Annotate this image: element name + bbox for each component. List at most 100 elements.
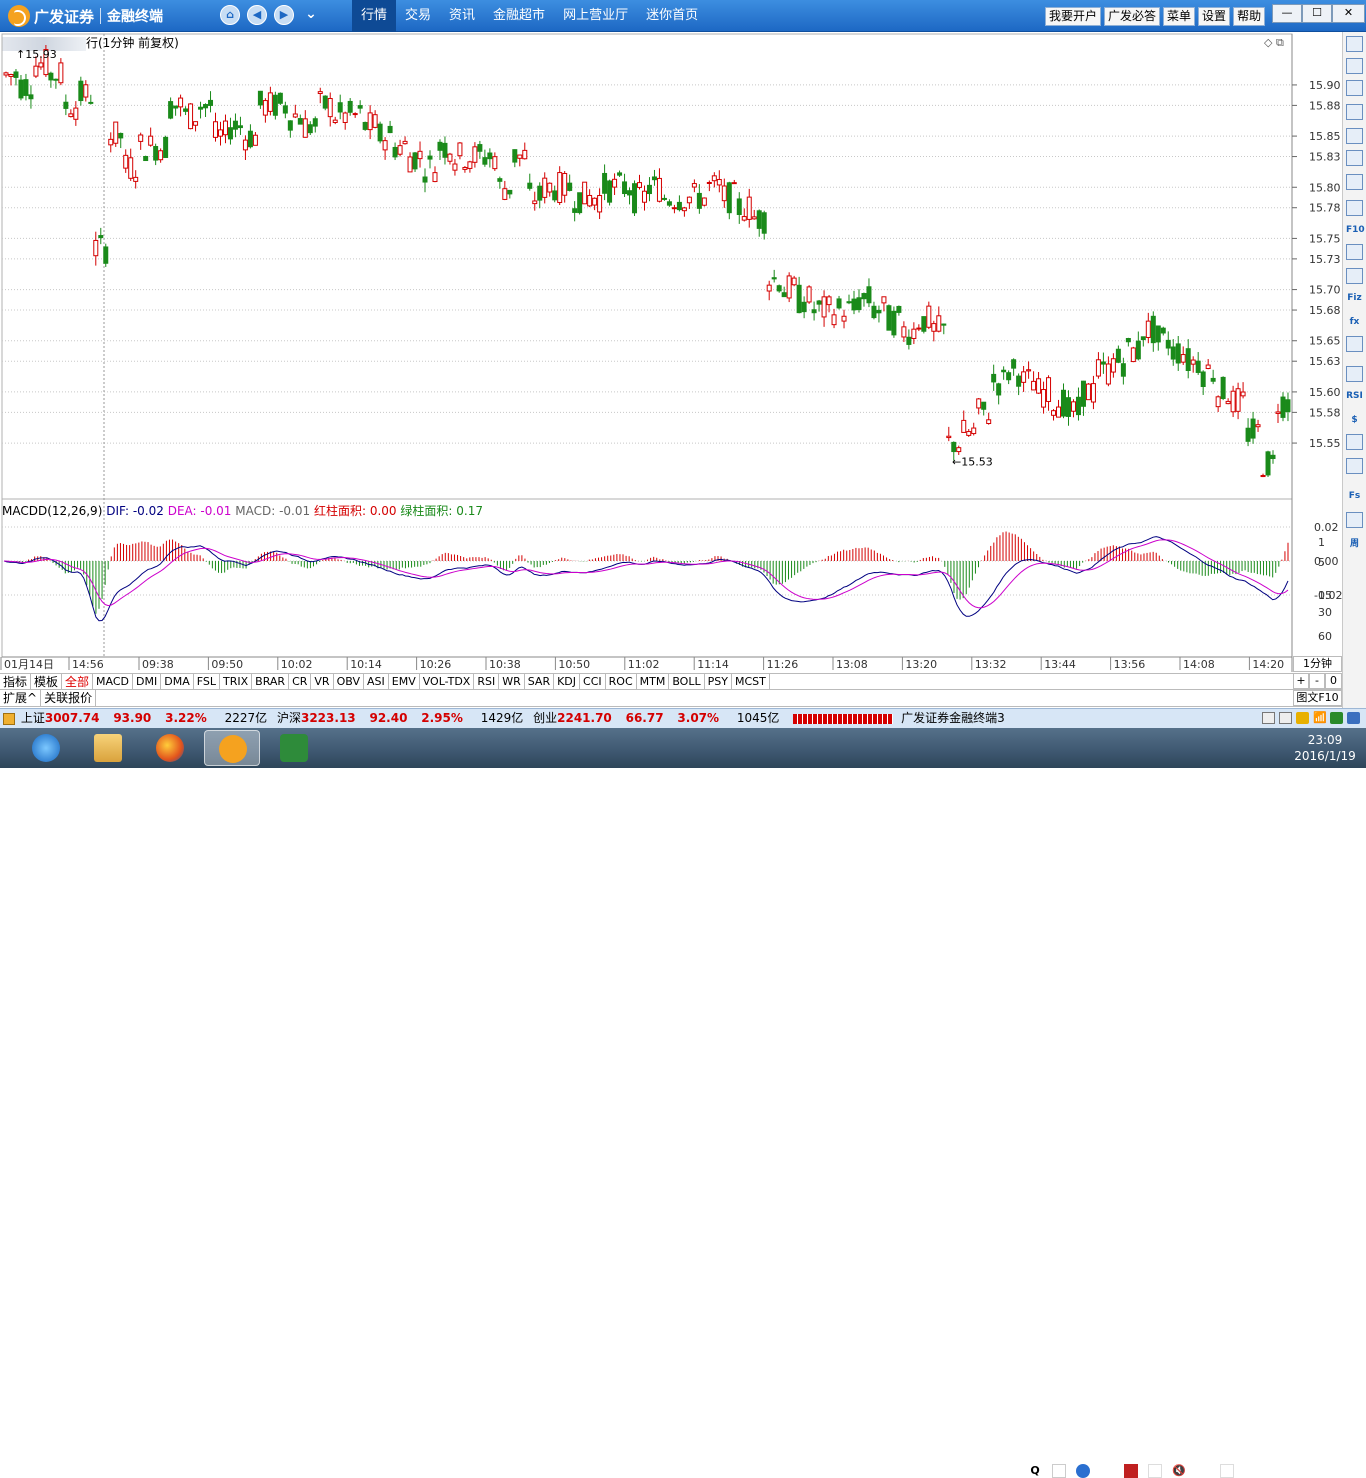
help-tray-icon[interactable] [1076, 1464, 1090, 1478]
kline-icon[interactable] [1346, 174, 1363, 190]
indicator-tab-全部[interactable]: 全部 [62, 674, 94, 689]
expand-tab[interactable]: 扩展^ [0, 690, 42, 706]
circle-icon[interactable] [1346, 336, 1363, 352]
indicator-tab-psy[interactable]: PSY [705, 674, 732, 689]
indicator-tab-cci[interactable]: CCI [580, 674, 606, 689]
list-icon[interactable] [1346, 104, 1363, 120]
open-account-button[interactable]: 我要开户 [1045, 7, 1102, 26]
display-icon[interactable] [1052, 1464, 1066, 1478]
indicator-tab-vol-tdx[interactable]: VOL-TDX [420, 674, 475, 689]
period-selector[interactable]: 1分钟 [1293, 656, 1342, 672]
indicator-tab-trix[interactable]: TRIX [220, 674, 253, 689]
gf-terminal-taskbar-button[interactable] [204, 730, 260, 766]
indicator-tab-emv[interactable]: EMV [389, 674, 420, 689]
sh-percent: 3.22% [165, 711, 207, 725]
indicator-tab-rsi[interactable]: RSI [474, 674, 500, 689]
info-icon[interactable] [1346, 244, 1363, 260]
indicator-tab-wr[interactable]: WR [499, 674, 525, 689]
indicator-tab-cr[interactable]: CR [289, 674, 312, 689]
maximize-button[interactable]: ☐ [1302, 4, 1332, 23]
window-icon[interactable] [1262, 712, 1275, 724]
menu-mini-home[interactable]: 迷你首页 [637, 0, 707, 32]
candle-down [312, 118, 318, 127]
f10-button[interactable]: 图文F10 [1293, 690, 1342, 706]
back-icon[interactable]: ◀ [247, 5, 267, 25]
related-quotes-tab[interactable]: 关联报价 [41, 690, 97, 706]
indicator-tab-asi[interactable]: ASI [364, 674, 389, 689]
chevron-up-icon[interactable]: ▲ [1100, 1464, 1114, 1478]
close-button[interactable]: ✕ [1332, 4, 1365, 23]
menu-online-hall[interactable]: 网上营业厅 [554, 0, 637, 32]
fs-icon[interactable]: Fs [1346, 488, 1363, 504]
down-arrow-icon[interactable] [1346, 80, 1363, 96]
wifi-bars-icon[interactable] [1196, 1464, 1210, 1478]
refresh-icon[interactable] [1346, 512, 1363, 528]
zhou-icon[interactable]: 周 [1346, 536, 1363, 552]
candle-up [327, 98, 333, 118]
indicator-tab-dma[interactable]: DMA [161, 674, 194, 689]
network-error-icon[interactable] [1124, 1464, 1138, 1478]
minimize-button[interactable]: — [1272, 4, 1302, 23]
status-app-icon[interactable] [1347, 712, 1360, 724]
reset-button[interactable]: 0 [1325, 673, 1342, 689]
explorer-taskbar-button[interactable] [80, 730, 136, 766]
fiz-icon[interactable]: Fiz [1346, 290, 1363, 306]
fx-icon[interactable]: fx [1346, 314, 1363, 330]
indicator-tab-brar[interactable]: BRAR [252, 674, 290, 689]
menu-trade[interactable]: 交易 [396, 0, 440, 32]
rsi-icon[interactable]: RSI [1346, 388, 1363, 404]
signal-icon[interactable]: 📶 [1313, 712, 1327, 724]
q-icon[interactable]: Q [1028, 1464, 1042, 1478]
indicator-tab-obv[interactable]: OBV [334, 674, 364, 689]
f10-icon[interactable]: F10 [1346, 222, 1365, 238]
collapse-icon[interactable]: ⌄ [301, 5, 321, 25]
pen-icon[interactable] [1346, 458, 1363, 474]
action-center-icon[interactable] [1220, 1464, 1234, 1478]
forward-icon[interactable]: ▶ [274, 5, 294, 25]
chart-area[interactable]: 行(1分钟 前复权) 15.90 15.88 15.85 15.83 15.80 15.7… [0, 32, 1342, 708]
indicator-tab-roc[interactable]: ROC [606, 674, 637, 689]
time-label: 10:50 [558, 658, 590, 671]
line-chart-icon[interactable] [1346, 150, 1363, 166]
help-button[interactable]: 帮助 [1233, 7, 1266, 26]
lock-icon[interactable] [1296, 712, 1309, 724]
evernote-taskbar-button[interactable] [266, 730, 322, 766]
menu-news[interactable]: 资讯 [440, 0, 484, 32]
indicator-tab-vr[interactable]: VR [311, 674, 334, 689]
firefox-taskbar-button[interactable] [142, 730, 198, 766]
indicator-tab-mcst[interactable]: MCST [732, 674, 770, 689]
menu-button[interactable]: 菜单 [1163, 7, 1196, 26]
kline-chart[interactable]: 15.90 15.88 15.85 15.83 15.80 15.78 15.75 15.73… [0, 32, 1342, 672]
status-app-icon[interactable] [1330, 712, 1343, 724]
zoom-in-button[interactable]: + [1293, 673, 1309, 689]
indicator-tab-macd[interactable]: MACD [93, 674, 134, 689]
dollar-icon[interactable]: $ [1346, 412, 1363, 428]
move-icon[interactable] [1346, 434, 1363, 450]
ie-taskbar-button[interactable] [18, 730, 74, 766]
menu-supermarket[interactable]: 金融超市 [484, 0, 554, 32]
indicator-tab-指标[interactable]: 指标 [0, 674, 32, 689]
menu-quotes[interactable]: 行情 [352, 0, 397, 32]
trend-icon[interactable] [1346, 366, 1363, 382]
report-icon[interactable] [1346, 200, 1363, 216]
indicator-tab-模板[interactable]: 模板 [31, 674, 63, 689]
status-menu-icon[interactable] [3, 712, 15, 725]
window-icon[interactable] [1279, 712, 1292, 724]
up-arrow-icon[interactable] [1346, 58, 1363, 74]
up-icon[interactable] [1346, 36, 1363, 52]
grid-icon[interactable] [1346, 128, 1363, 144]
clock[interactable]: 23:09 2016/1/19 [1290, 732, 1360, 764]
zoom-out-button[interactable]: - [1309, 673, 1325, 689]
news-icon[interactable] [1346, 268, 1363, 284]
power-icon[interactable] [1148, 1464, 1162, 1478]
settings-button[interactable]: 设置 [1198, 7, 1231, 26]
faq-button[interactable]: 广发必答 [1104, 7, 1161, 26]
volume-icon[interactable]: 🔇 [1172, 1464, 1186, 1478]
indicator-tab-sar[interactable]: SAR [525, 674, 555, 689]
indicator-tab-kdj[interactable]: KDJ [554, 674, 581, 689]
indicator-tab-boll[interactable]: BOLL [669, 674, 705, 689]
indicator-tab-mtm[interactable]: MTM [637, 674, 670, 689]
home-icon[interactable]: ⌂ [220, 5, 240, 25]
indicator-tab-dmi[interactable]: DMI [133, 674, 162, 689]
indicator-tab-fsl[interactable]: FSL [194, 674, 220, 689]
